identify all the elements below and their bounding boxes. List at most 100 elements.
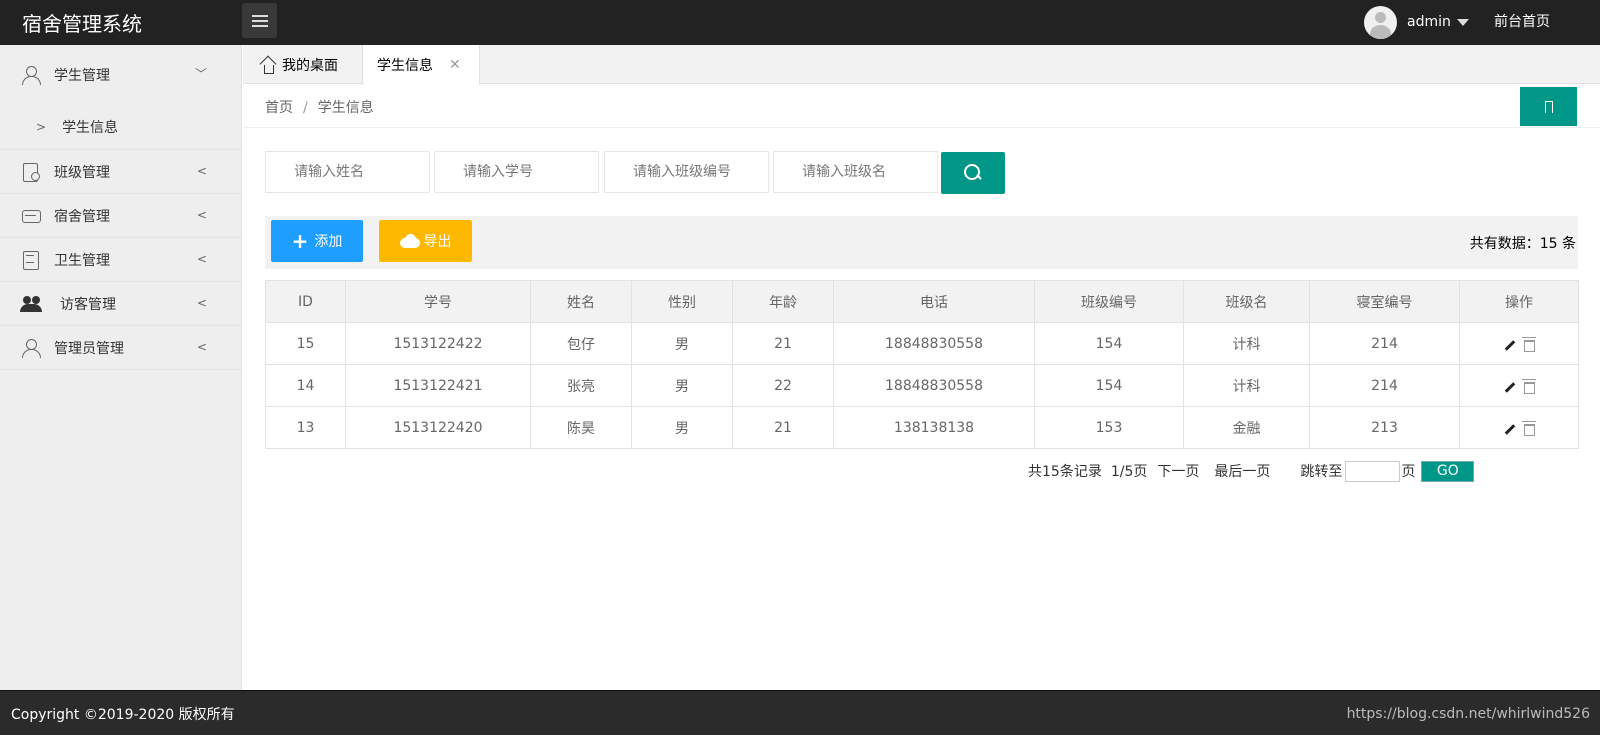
- last-page-link[interactable]: 最后一页: [1214, 461, 1270, 481]
- table-actions: [1459, 364, 1579, 407]
- edit-icon[interactable]: [1504, 340, 1515, 352]
- table-cell: 18848830558: [833, 364, 1035, 407]
- breadcrumb-current: 学生信息: [317, 100, 374, 116]
- jump-to-label: 跳转至: [1300, 464, 1343, 480]
- table-cell: 15: [265, 322, 346, 365]
- refresh-button[interactable]: [1520, 87, 1577, 126]
- table-cell: 21: [732, 322, 834, 365]
- table-toolbar: + 添加 导出 共有数据：15 条: [265, 216, 1578, 269]
- go-button[interactable]: GO: [1421, 460, 1475, 482]
- cloud-upload-icon: [399, 234, 420, 248]
- sidebar-item-label: 班级管理: [54, 164, 110, 181]
- tab-my-desktop[interactable]: 我的桌面: [243, 45, 362, 84]
- pagination: 共15条记录 1/5页 下一页 最后一页 跳转至 页 GO: [1028, 460, 1475, 482]
- table-header-row: ID 学号 姓名 性别 年龄 电话 班级编号 班级名 寝室编号 操作: [265, 280, 1579, 323]
- table-cell: 213: [1309, 406, 1460, 449]
- user-menu[interactable]: admin: [1364, 5, 1469, 39]
- breadcrumb: 首页 / 学生信息: [265, 97, 374, 117]
- class-name-search-input[interactable]: [773, 151, 938, 193]
- trash-icon[interactable]: [1521, 378, 1536, 394]
- column-header: 姓名: [530, 280, 632, 323]
- class-no-search-input[interactable]: [604, 151, 769, 193]
- table-cell: 18848830558: [833, 322, 1035, 365]
- trash-icon[interactable]: [1521, 336, 1536, 352]
- edit-icon[interactable]: [1504, 424, 1515, 436]
- breadcrumb-separator: /: [303, 100, 308, 116]
- sidebar-item-label: 访客管理: [60, 296, 116, 313]
- column-header: 寝室编号: [1309, 280, 1460, 323]
- table-cell: 计科: [1183, 322, 1310, 365]
- export-button[interactable]: 导出: [379, 220, 472, 262]
- hamburger-icon: [251, 14, 268, 27]
- sidebar-item-label: 学生管理: [54, 67, 110, 84]
- table-cell: 214: [1309, 322, 1460, 365]
- avatar: [1364, 5, 1397, 39]
- page-number-input[interactable]: [1345, 460, 1401, 482]
- sidebar-item-dorm-management[interactable]: 宿舍管理 <: [0, 194, 241, 237]
- next-page-link[interactable]: 下一页: [1157, 461, 1199, 481]
- student-no-search-input[interactable]: [434, 151, 599, 193]
- search-button[interactable]: [941, 152, 1005, 194]
- chevron-down-icon: ﹀: [194, 67, 207, 81]
- breadcrumb-bar: 首页 / 学生信息: [243, 84, 1600, 128]
- sidebar-subitem-student-info[interactable]: > 学生信息: [0, 104, 241, 149]
- sidebar-item-label: 宿舍管理: [54, 208, 110, 225]
- tab-label: 我的桌面: [282, 57, 338, 74]
- table-row: 13 1513122420 陈昊 男 21 138138138 153 金融 2…: [265, 406, 1579, 449]
- add-button[interactable]: + 添加: [271, 220, 363, 262]
- trash-icon[interactable]: [1521, 420, 1536, 436]
- watermark-text: https://blog.csdn.net/whirlwind526: [1346, 706, 1590, 722]
- table-cell: 22: [732, 364, 834, 407]
- add-button-label: 添加: [314, 234, 343, 250]
- table-cell: 153: [1034, 406, 1184, 449]
- breadcrumb-home[interactable]: 首页: [265, 100, 293, 116]
- table-cell: 214: [1309, 364, 1460, 407]
- tab-bar: 我的桌面 学生信息 ✕: [243, 45, 1600, 85]
- tab-label: 学生信息: [377, 58, 433, 74]
- table-cell: 男: [631, 364, 733, 407]
- chevron-left-icon: <: [196, 252, 207, 266]
- export-button-label: 导出: [423, 234, 452, 250]
- sidebar-subitem-label: 学生信息: [62, 119, 119, 136]
- name-search-input[interactable]: [265, 151, 430, 193]
- menu-toggle-button[interactable]: [242, 3, 277, 38]
- close-icon[interactable]: ✕: [449, 57, 461, 73]
- search-icon: [964, 164, 982, 182]
- table-cell: 金融: [1183, 406, 1310, 449]
- plus-icon: +: [291, 229, 309, 253]
- column-header: 性别: [631, 280, 733, 323]
- top-header: 宿舍管理系统 admin 前台首页: [0, 0, 1600, 45]
- sidebar-item-hygiene-management[interactable]: 卫生管理 <: [0, 238, 241, 281]
- column-header: 班级名: [1183, 280, 1310, 323]
- column-header: 操作: [1459, 280, 1579, 323]
- table-cell: 13: [265, 406, 346, 449]
- table-cell: 1513122422: [345, 322, 531, 365]
- class-doc-icon: [22, 162, 40, 182]
- tab-student-info[interactable]: 学生信息 ✕: [362, 45, 480, 85]
- front-home-link[interactable]: 前台首页: [1494, 11, 1550, 31]
- user-icon: [22, 65, 41, 85]
- edit-icon[interactable]: [1504, 382, 1515, 394]
- admin-icon: [22, 338, 41, 358]
- column-header: 学号: [345, 280, 531, 323]
- page-info: 1/5页: [1110, 464, 1148, 480]
- sidebar-item-label: 管理员管理: [54, 340, 124, 357]
- sidebar-item-student-management[interactable]: 学生管理 ﹀: [0, 45, 241, 104]
- sidebar-item-admin-management[interactable]: 管理员管理 <: [0, 326, 241, 369]
- table-cell: 154: [1034, 322, 1184, 365]
- table-cell: 154: [1034, 364, 1184, 407]
- table-cell: 男: [631, 406, 733, 449]
- app-title: 宿舍管理系统: [22, 12, 142, 36]
- copyright-text: Copyright ©2019-2020 版权所有: [11, 707, 235, 723]
- table-actions: [1459, 322, 1579, 365]
- username: admin: [1407, 14, 1451, 30]
- users-icon: [20, 295, 42, 313]
- student-table: ID 学号 姓名 性别 年龄 电话 班级编号 班级名 寝室编号 操作 15 15…: [265, 280, 1579, 449]
- chevron-left-icon: <: [196, 340, 207, 354]
- sidebar-item-visitor-management[interactable]: 访客管理 <: [0, 282, 241, 325]
- table-cell: 陈昊: [530, 406, 632, 449]
- sidebar-item-class-management[interactable]: 班级管理 <: [0, 150, 241, 193]
- sidebar-item-label: 卫生管理: [54, 252, 110, 269]
- column-header: ID: [265, 280, 346, 323]
- table-cell: 张亮: [530, 364, 632, 407]
